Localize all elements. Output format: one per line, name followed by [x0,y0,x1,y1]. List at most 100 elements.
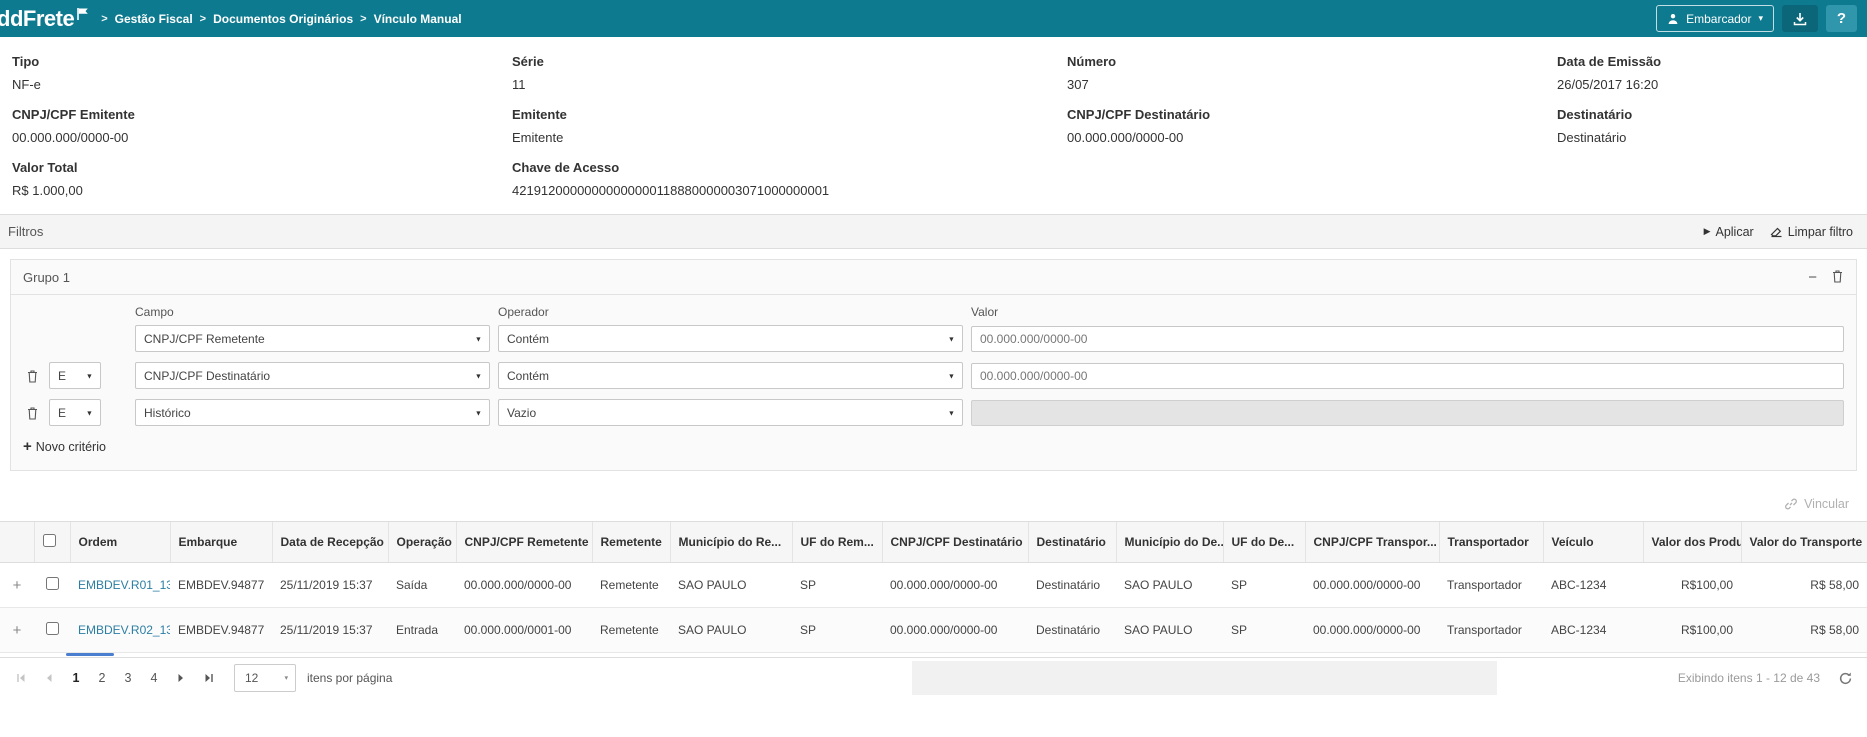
cell-destinatario: Destinatário [1028,563,1116,608]
select-row-checkbox[interactable] [46,577,59,590]
table-header-row: Ordem Embarque Data de Recepção Operação… [0,522,1867,563]
trash-icon [1831,269,1844,283]
filter-group-body: Campo Operador Valor CNPJ/CPF Remetente … [11,295,1856,470]
breadcrumb-separator: > [360,13,366,25]
operador-select[interactable]: Contém [498,325,963,352]
cell-data-recepcao: 25/11/2019 15:37 [272,608,388,653]
cell-operacao: Entrada [388,608,456,653]
column-header-destinatario[interactable]: Destinatário [1028,522,1116,563]
ordem-link[interactable]: EMBDEV.R02_13 [78,623,170,637]
vincular-button[interactable]: Vincular [1784,497,1849,511]
link-icon [1784,497,1798,511]
refresh-button[interactable] [1838,671,1853,686]
column-header-uf-remetente[interactable]: UF do Rem... [792,522,882,563]
cell-valor-produtos: R$100,00 [1643,563,1741,608]
column-header-cnpj-transportador[interactable]: CNPJ/CPF Transpor... [1305,522,1439,563]
apply-filter-button[interactable]: ▶ Aplicar [1704,225,1754,239]
filters-title: Filtros [8,224,43,239]
connector-select[interactable]: E [49,399,101,426]
page-size-select[interactable]: 12 [234,664,296,692]
field-serie: Série 11 [512,47,1067,92]
field-label: CNPJ/CPF Emitente [12,100,512,130]
breadcrumb: > Gestão Fiscal > Documentos Originários… [101,12,461,26]
cell-uf-remetente: SP [792,563,882,608]
download-icon [1792,11,1808,27]
breadcrumb-vinculo-manual[interactable]: Vínculo Manual [374,12,462,26]
delete-criteria-button[interactable] [23,369,41,383]
pager-page-3[interactable]: 3 [116,665,140,691]
column-header-transportador[interactable]: Transportador [1439,522,1543,563]
column-header-cnpj-remetente[interactable]: CNPJ/CPF Remetente [456,522,592,563]
eraser-icon [1770,225,1783,238]
column-header-municipio-destinatario[interactable]: Município do De... [1116,522,1223,563]
breadcrumb-gestao-fiscal[interactable]: Gestão Fiscal [115,12,193,26]
scrollbar-thumb[interactable] [66,653,114,656]
pagination-bar: 1 2 3 4 12 ▾ itens por página Exibindo i… [0,657,1867,698]
column-header-operacao[interactable]: Operação [388,522,456,563]
column-header-cnpj-destinatario[interactable]: CNPJ/CPF Destinatário [882,522,1028,563]
column-header-valor-transporte[interactable]: Valor do Transporte [1741,522,1867,563]
operador-select[interactable]: Vazio [498,399,963,426]
select-row-checkbox[interactable] [46,622,59,635]
connector-select[interactable]: E [49,362,101,389]
filters-actions: ▶ Aplicar Limpar filtro [1704,225,1853,239]
filter-group-title: Grupo 1 [23,270,70,285]
cell-remetente: Remetente [592,608,670,653]
criteria-row: E ▼ CNPJ/CPF Destinatário ▼ Contém ▼ [23,362,1844,389]
column-header-valor-produtos[interactable]: Valor dos Produtos [1643,522,1741,563]
filter-value-input[interactable] [971,363,1844,389]
pager-last-button[interactable] [196,665,222,691]
campo-select[interactable]: Histórico [135,399,490,426]
ordem-link[interactable]: EMBDEV.R01_13 [78,578,170,592]
column-header-remetente[interactable]: Remetente [592,522,670,563]
pager-next-button[interactable] [168,665,194,691]
campo-select[interactable]: CNPJ/CPF Destinatário [135,362,490,389]
field-cnpj-emitente: CNPJ/CPF Emitente 00.000.000/0000-00 [12,100,512,145]
column-header-data-recepcao[interactable]: Data de Recepção [272,522,388,563]
delete-criteria-button[interactable] [23,406,41,420]
apply-filter-label: Aplicar [1715,225,1753,239]
delete-group-button[interactable] [1831,269,1844,286]
pager-page-4[interactable]: 4 [142,665,166,691]
cell-valor-transporte: R$ 58,00 [1741,608,1867,653]
column-header-ordem[interactable]: Ordem [70,522,170,563]
pager-prev-button[interactable] [36,665,62,691]
operador-select[interactable]: Contém [498,362,963,389]
expand-row-button[interactable]: + [13,578,22,593]
download-button[interactable] [1782,5,1818,32]
user-menu-button[interactable]: Embarcador ▾ [1656,5,1774,32]
column-header-municipio-remetente[interactable]: Município do Re... [670,522,792,563]
campo-select[interactable]: CNPJ/CPF Remetente [135,325,490,352]
cell-uf-remetente: SP [792,608,882,653]
pager-page-1[interactable]: 1 [64,665,88,691]
filter-value-input[interactable] [971,326,1844,352]
select-all-checkbox[interactable] [43,534,56,547]
criteria-row: E ▼ Histórico ▼ Vazio ▼ [23,399,1844,426]
help-button[interactable]: ? [1826,5,1857,32]
cell-municipio-remetente: SAO PAULO [670,563,792,608]
app-logo: ddFrete [0,4,89,34]
pager-placeholder [912,661,1497,695]
clear-filter-button[interactable]: Limpar filtro [1770,225,1853,239]
cell-cnpj-remetente: 00.000.000/0001-00 [456,608,592,653]
column-header-veiculo[interactable]: Veículo [1543,522,1643,563]
cell-valor-transporte: R$ 58,00 [1741,563,1867,608]
field-data-emissao: Data de Emissão 26/05/2017 16:20 [1557,47,1867,92]
collapse-group-button[interactable]: − [1808,270,1817,285]
breadcrumb-documentos-originarios[interactable]: Documentos Originários [213,12,353,26]
expand-row-button[interactable]: + [13,623,22,638]
field-emitente: Emitente Emitente [512,100,1067,145]
field-label: Valor Total [12,153,512,183]
filter-group-header: Grupo 1 − [11,260,1856,295]
cell-municipio-remetente: SAO PAULO [670,608,792,653]
new-criteria-label: Novo critério [36,440,106,454]
column-header-embarque[interactable]: Embarque [170,522,272,563]
trash-icon [26,406,39,420]
new-criteria-button[interactable]: + Novo critério [23,438,106,455]
field-label: Chave de Acesso [512,153,1557,183]
column-header-uf-destinatario[interactable]: UF do De... [1223,522,1305,563]
field-numero: Número 307 [1067,47,1557,92]
pager-first-button[interactable] [8,665,34,691]
field-label: Data de Emissão [1557,47,1867,77]
pager-page-2[interactable]: 2 [90,665,114,691]
